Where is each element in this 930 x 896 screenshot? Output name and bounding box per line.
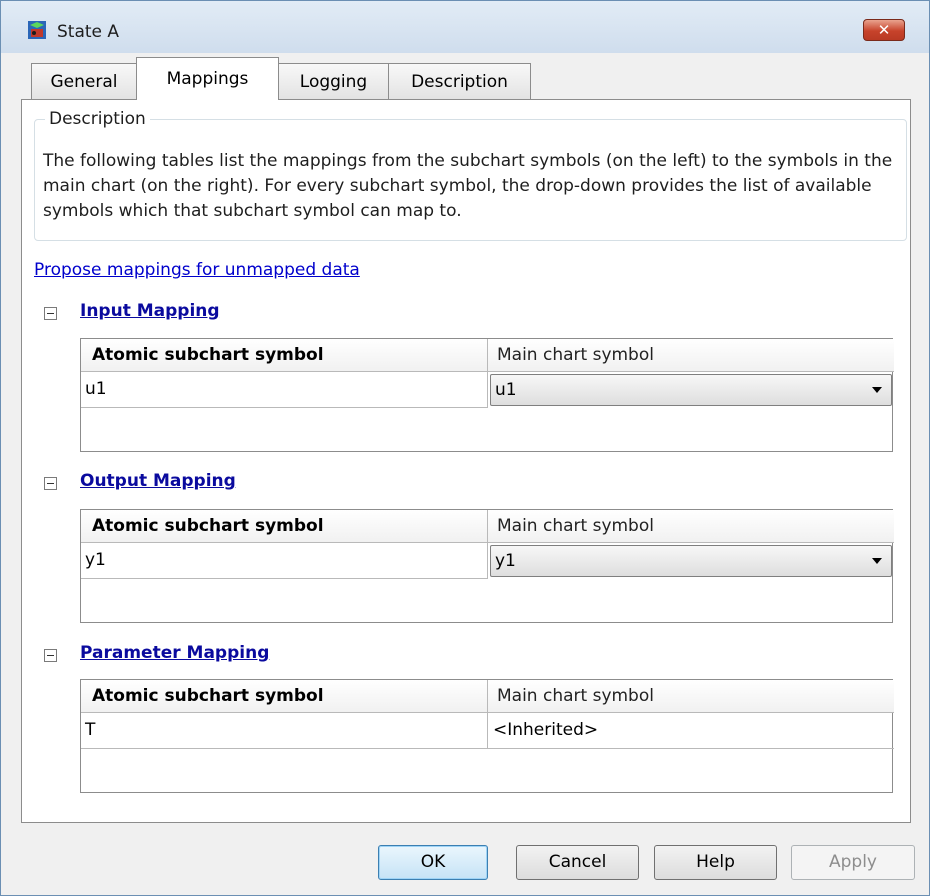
output-mapping-table: Atomic subchart symbol Main chart symbol… (80, 509, 894, 623)
tab-label: Logging (299, 72, 368, 92)
help-button[interactable]: Help (654, 845, 777, 880)
dialog-window: State A ✕ General Mappings Logging Descr… (0, 0, 930, 896)
tab-logging[interactable]: Logging (278, 63, 389, 99)
description-text: The following tables list the mappings f… (43, 151, 893, 221)
dropdown-value: u1 (495, 380, 517, 400)
collapse-minus-icon[interactable] (44, 477, 57, 490)
input-mapping-title[interactable]: Input Mapping (80, 301, 220, 321)
collapse-minus-icon[interactable] (44, 649, 57, 662)
column-header-main-chart-symbol[interactable]: Main chart symbol (488, 680, 894, 713)
tab-label: General (50, 72, 118, 92)
column-header-subchart-symbol[interactable]: Atomic subchart symbol (81, 680, 488, 713)
description-legend: Description (45, 109, 150, 129)
parameter-mapping-table: Atomic subchart symbol Main chart symbol… (80, 679, 894, 793)
ok-button[interactable]: OK (378, 845, 488, 880)
title-bar[interactable]: State A ✕ (1, 1, 929, 53)
column-header-main-chart-symbol[interactable]: Main chart symbol (488, 339, 894, 372)
column-header-subchart-symbol[interactable]: Atomic subchart symbol (81, 510, 488, 543)
parameter-mapping-title[interactable]: Parameter Mapping (80, 643, 269, 663)
chevron-down-icon (872, 387, 882, 393)
tab-mappings[interactable]: Mappings (136, 57, 279, 100)
column-header-subchart-symbol[interactable]: Atomic subchart symbol (81, 339, 488, 372)
close-button[interactable]: ✕ (863, 19, 905, 41)
output-mapping-title[interactable]: Output Mapping (80, 471, 236, 491)
stateflow-state-icon (27, 20, 47, 40)
tab-general[interactable]: General (31, 63, 137, 99)
table-row-symbol: y1 (81, 543, 488, 579)
table-row-symbol: T (81, 713, 488, 749)
table-row-symbol: u1 (81, 372, 488, 408)
main-symbol-dropdown[interactable]: u1 (490, 374, 892, 406)
tab-label: Mappings (166, 69, 249, 89)
close-icon: ✕ (877, 21, 891, 39)
column-header-main-chart-symbol[interactable]: Main chart symbol (488, 510, 894, 543)
apply-button[interactable]: Apply (791, 845, 915, 880)
collapse-minus-icon[interactable] (44, 307, 57, 320)
dropdown-value: y1 (495, 551, 516, 571)
tab-label: Description (411, 72, 508, 92)
propose-mappings-link[interactable]: Propose mappings for unmapped data (34, 260, 360, 280)
window-title: State A (57, 22, 120, 42)
table-row-main-symbol: <Inherited> (488, 713, 894, 749)
tab-description[interactable]: Description (388, 63, 531, 99)
input-mapping-table: Atomic subchart symbol Main chart symbol… (80, 338, 894, 452)
main-symbol-dropdown[interactable]: y1 (490, 545, 892, 577)
cancel-button[interactable]: Cancel (516, 845, 639, 880)
chevron-down-icon (872, 558, 882, 564)
